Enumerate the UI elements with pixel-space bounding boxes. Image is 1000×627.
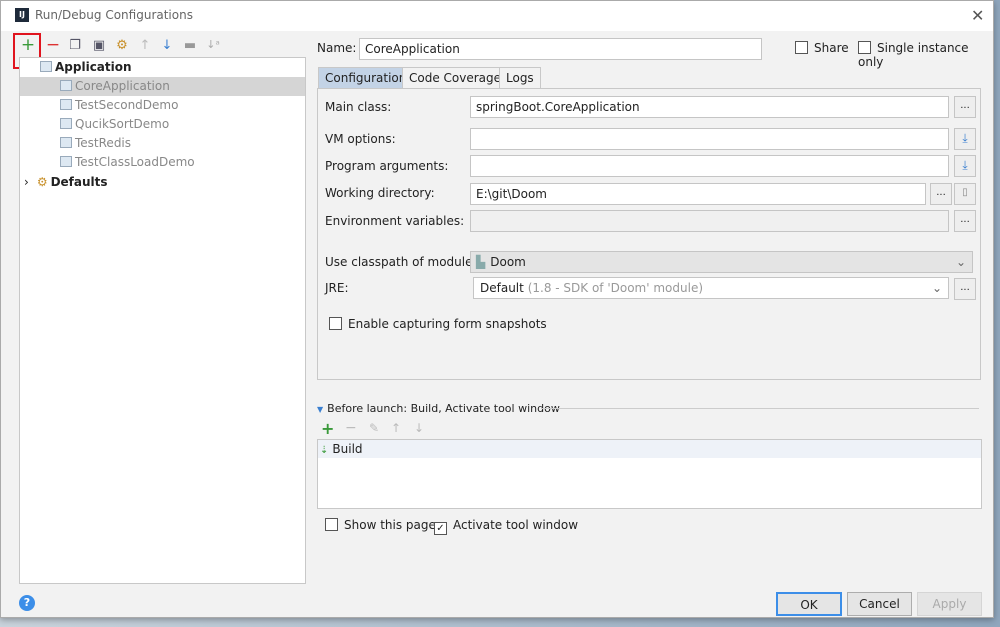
- config-icon: [60, 99, 72, 110]
- folder-icon[interactable]: ▬: [181, 38, 199, 53]
- copy-icon[interactable]: ❐: [66, 38, 84, 53]
- arrow-down-icon[interactable]: ↓: [158, 38, 176, 53]
- chevron-down-icon: ⌄: [931, 281, 942, 295]
- show-page-checkbox[interactable]: Show this page: [325, 518, 436, 532]
- browse-button[interactable]: ...: [954, 278, 976, 300]
- working-directory-input[interactable]: E:\git\Doom: [470, 183, 926, 205]
- ok-button[interactable]: OK: [776, 592, 842, 616]
- snapshots-checkbox[interactable]: Enable capturing form snapshots: [329, 317, 547, 331]
- plus-icon[interactable]: +: [19, 35, 37, 55]
- share-checkbox[interactable]: Share: [795, 41, 849, 55]
- minus-icon[interactable]: −: [44, 35, 62, 55]
- module-select[interactable]: ▙ Doom ⌄: [470, 251, 973, 273]
- tree-item[interactable]: QucikSortDemo: [60, 115, 169, 134]
- help-icon[interactable]: ?: [19, 595, 35, 611]
- vm-options-label: VM options:: [325, 132, 396, 146]
- config-icon: [60, 118, 72, 129]
- main-class-input[interactable]: springBoot.CoreApplication: [470, 96, 949, 118]
- sort-icon[interactable]: ↓ᵃ: [204, 38, 222, 51]
- intellij-logo: IJ: [15, 8, 29, 22]
- cancel-button[interactable]: Cancel: [847, 592, 912, 616]
- chevron-down-icon: ⌄: [955, 255, 966, 269]
- wrench-icon[interactable]: ⚙: [113, 38, 131, 53]
- program-arguments-label: Program arguments:: [325, 159, 449, 173]
- edit-icon[interactable]: ✎: [369, 421, 379, 435]
- module-icon: ▙: [476, 255, 486, 269]
- window-title: Run/Debug Configurations: [35, 8, 193, 22]
- tree-item[interactable]: TestClassLoadDemo: [60, 153, 195, 172]
- arrow-up-icon[interactable]: ↑: [391, 421, 401, 435]
- tree-node-application[interactable]: Application: [40, 58, 132, 77]
- expand-icon[interactable]: ⤓: [954, 128, 976, 150]
- close-button[interactable]: ✕: [971, 6, 984, 25]
- tree-item[interactable]: TestRedis: [60, 134, 131, 153]
- apply-button[interactable]: Apply: [917, 592, 982, 616]
- before-launch-header[interactable]: ▼ Before launch: Build, Activate tool win…: [317, 402, 560, 415]
- jre-select[interactable]: Default (1.8 - SDK of 'Doom' module) ⌄: [473, 277, 949, 299]
- run-debug-dialog: IJ Run/Debug Configurations ✕ + − ❐ ▣ ⚙ …: [0, 0, 994, 618]
- macro-icon[interactable]: ▯: [954, 183, 976, 205]
- tab-code-coverage[interactable]: Code Coverage: [402, 67, 509, 89]
- add-task-icon[interactable]: +: [321, 419, 334, 438]
- wrench-icon: ⚙: [36, 175, 48, 189]
- browse-button[interactable]: ...: [954, 96, 976, 118]
- name-label: Name:: [317, 41, 357, 55]
- single-instance-checkbox[interactable]: Single instance only: [858, 41, 993, 69]
- working-directory-label: Working directory:: [325, 186, 435, 200]
- environment-variables-label: Environment variables:: [325, 214, 465, 228]
- tree-item[interactable]: CoreApplication: [20, 77, 305, 96]
- program-arguments-input[interactable]: [470, 155, 949, 177]
- tree-item[interactable]: TestSecondDemo: [60, 96, 178, 115]
- list-item[interactable]: ⇣ Build: [318, 440, 981, 458]
- arrow-up-icon[interactable]: ↑: [136, 38, 154, 53]
- build-icon: ⇣: [320, 445, 329, 456]
- tree-node-defaults[interactable]: › ⚙ Defaults: [24, 173, 108, 192]
- tab-logs[interactable]: Logs: [499, 67, 541, 89]
- config-tree: Application CoreApplication TestSecondDe…: [19, 57, 306, 584]
- application-icon: [40, 61, 52, 72]
- divider: [541, 408, 979, 409]
- config-icon: [60, 156, 72, 167]
- title-bar: IJ Run/Debug Configurations ✕: [1, 1, 993, 31]
- expand-icon[interactable]: ⤓: [954, 155, 976, 177]
- main-class-label: Main class:: [325, 100, 392, 114]
- remove-task-icon[interactable]: −: [345, 420, 357, 436]
- save-icon[interactable]: ▣: [90, 38, 108, 53]
- chevron-right-icon: ›: [24, 175, 29, 189]
- browse-button[interactable]: ...: [954, 210, 976, 232]
- vm-options-input[interactable]: [470, 128, 949, 150]
- activate-tool-window-checkbox[interactable]: ✓ Activate tool window: [434, 518, 578, 535]
- before-launch-list: ⇣ Build: [317, 439, 982, 509]
- arrow-down-icon[interactable]: ↓: [414, 421, 424, 435]
- config-icon: [60, 137, 72, 148]
- name-input[interactable]: CoreApplication: [359, 38, 762, 60]
- triangle-down-icon: ▼: [317, 405, 324, 414]
- module-label: Use classpath of module:: [325, 255, 477, 269]
- browse-button[interactable]: ...: [930, 183, 952, 205]
- config-icon: [60, 80, 72, 91]
- jre-label: JRE:: [325, 281, 349, 295]
- environment-variables-input[interactable]: [470, 210, 949, 232]
- tab-configuration[interactable]: Configuration: [318, 67, 414, 89]
